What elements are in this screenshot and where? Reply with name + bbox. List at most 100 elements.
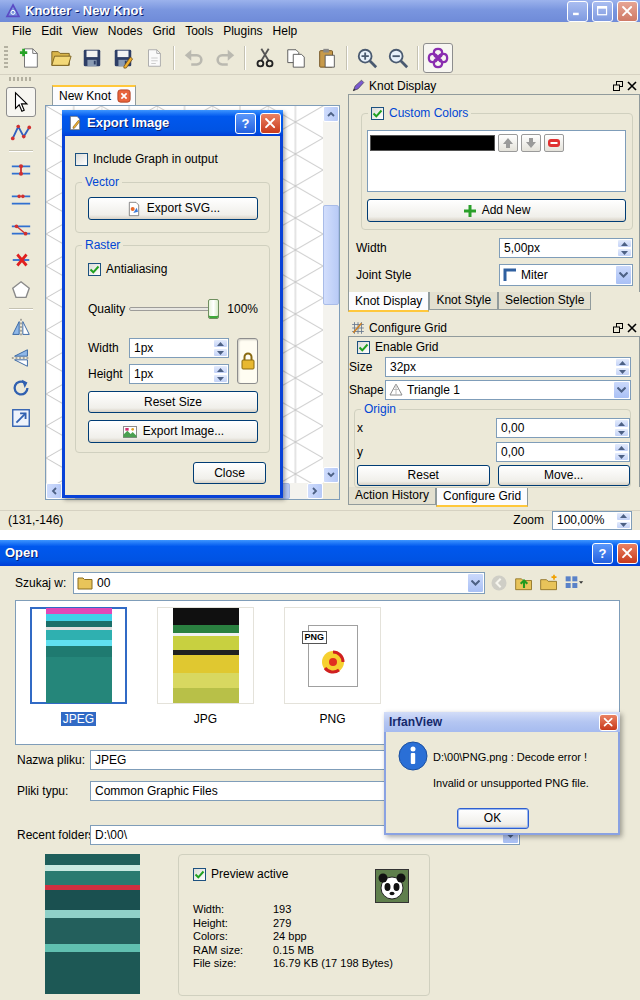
spin-up-button[interactable] (618, 446, 625, 450)
spin-up-button[interactable] (616, 512, 631, 521)
dock-tab[interactable]: Knot Display (348, 292, 429, 312)
stroke-width-field[interactable]: 5,00px (499, 238, 633, 258)
spin-up-button[interactable] (618, 422, 625, 426)
custom-colors-checkbox[interactable] (372, 108, 383, 119)
move-up-button[interactable] (498, 134, 518, 152)
dropdown-button[interactable] (613, 381, 630, 399)
export-svg-button[interactable]: Export SVG... (88, 197, 258, 220)
export-button[interactable] (139, 43, 169, 73)
aspect-lock-button[interactable] (237, 338, 258, 384)
polygon-tool-button[interactable] (6, 275, 36, 305)
dialog-close-button[interactable]: Close (193, 462, 266, 484)
scroll-thumb[interactable] (323, 205, 339, 305)
zoom-field[interactable]: 100,00% (552, 511, 632, 530)
enable-grid-checkbox[interactable] (357, 341, 370, 354)
help-button[interactable]: ? (592, 543, 613, 564)
width-field[interactable]: 1px (129, 338, 229, 358)
spin-down-button[interactable] (618, 431, 625, 435)
spin-down-button[interactable] (217, 377, 224, 381)
origin-x-field[interactable]: 0,00 (496, 418, 630, 438)
zoom-out-button[interactable] (383, 43, 413, 73)
mirror-h-tool-button[interactable] (6, 313, 36, 343)
spin-down-button[interactable] (614, 428, 629, 437)
height-field[interactable]: 1px (129, 364, 229, 384)
scroll-left-button[interactable] (46, 483, 62, 499)
spin-down-button[interactable] (213, 348, 228, 357)
spin-up-button[interactable] (217, 342, 224, 346)
spin-up-button[interactable] (213, 365, 228, 374)
menu-item[interactable]: Tools (180, 24, 218, 38)
spin-up-button[interactable] (615, 358, 630, 367)
dock-tab[interactable]: Knot Style (429, 292, 498, 310)
insert-edge-tool-button[interactable] (6, 155, 36, 185)
move-down-button[interactable] (521, 134, 541, 152)
grid-size-field[interactable]: 32px (385, 357, 631, 377)
close-button[interactable] (619, 545, 636, 562)
vertical-scrollbar[interactable] (323, 106, 339, 483)
close-button[interactable] (262, 115, 279, 132)
maximize-button[interactable] (594, 3, 611, 20)
dropdown-button[interactable] (619, 272, 628, 278)
menu-item[interactable]: Edit (36, 24, 67, 38)
dropdown-button[interactable] (615, 265, 632, 285)
error-close-button[interactable] (601, 715, 616, 730)
preview-active-checkbox-row[interactable]: Preview active (193, 867, 288, 881)
zoom-in-button[interactable] (352, 43, 382, 73)
dock-tab[interactable]: Configure Grid (436, 487, 528, 507)
scroll-up-button[interactable] (323, 106, 339, 122)
custom-colors-checkbox-row[interactable]: Custom Colors (371, 106, 468, 120)
slider-thumb[interactable] (208, 299, 219, 319)
scale-tool-button[interactable] (6, 403, 36, 433)
spin-down-button[interactable] (614, 452, 629, 461)
include-graph-checkbox[interactable] (75, 153, 88, 166)
close-button[interactable] (260, 113, 281, 134)
add-new-color-button[interactable]: Add New (367, 199, 626, 222)
antialiasing-checkbox[interactable] (88, 263, 101, 276)
move-origin-button[interactable]: Move... (498, 465, 631, 486)
maximize-button[interactable] (592, 1, 613, 22)
preview-active-checkbox[interactable] (194, 869, 205, 880)
antialiasing-checkbox-row[interactable]: Antialiasing (88, 262, 167, 276)
quality-slider[interactable] (129, 298, 219, 320)
new-folder-button[interactable] (538, 572, 560, 594)
spin-up-button[interactable] (614, 419, 629, 428)
enable-grid-checkbox[interactable] (358, 342, 369, 353)
knot-display-button[interactable] (423, 43, 453, 73)
erase-tool-button[interactable] (6, 245, 36, 275)
enable-grid-checkbox-row[interactable]: Enable Grid (357, 340, 438, 354)
origin-y-field[interactable]: 0,00 (496, 442, 630, 462)
select-tool-button[interactable] (6, 87, 36, 117)
scroll-right-button[interactable] (307, 483, 323, 499)
spin-up-button[interactable] (617, 239, 632, 248)
close-button[interactable] (617, 1, 638, 22)
ok-button[interactable]: OK (457, 808, 529, 829)
spin-down-button[interactable] (621, 251, 628, 255)
reset-size-button[interactable]: Reset Size (88, 391, 258, 413)
color-swatch[interactable] (370, 135, 495, 151)
file-item[interactable]: JPG (157, 607, 254, 738)
menu-item[interactable]: Grid (148, 24, 181, 38)
include-graph-checkbox-row[interactable]: Include Graph in output (75, 152, 218, 166)
dock-tab[interactable]: Action History (348, 487, 436, 505)
spin-down-button[interactable] (217, 351, 224, 355)
spin-down-button[interactable] (213, 374, 228, 383)
scroll-right-button[interactable] (311, 487, 319, 495)
menu-item[interactable]: Nodes (103, 24, 148, 38)
grid-shape-combo[interactable]: Triangle 1 (385, 380, 631, 400)
dropdown-button[interactable] (617, 387, 626, 393)
export-image-button[interactable]: Export Image... (88, 420, 258, 443)
spin-down-button[interactable] (619, 370, 626, 374)
preview-active-checkbox[interactable] (193, 868, 206, 881)
edge-chain-tool-button[interactable] (6, 117, 36, 147)
remove-color-button[interactable] (544, 134, 564, 152)
spin-down-button[interactable] (616, 521, 631, 530)
scroll-down-button[interactable] (323, 467, 339, 483)
dropdown-button[interactable] (467, 573, 484, 593)
spin-up-button[interactable] (217, 368, 224, 372)
spin-up-button[interactable] (621, 242, 628, 246)
scroll-left-button[interactable] (50, 487, 58, 495)
spin-up-button[interactable] (614, 443, 629, 452)
spin-down-button[interactable] (617, 248, 632, 257)
cut-button[interactable] (250, 43, 280, 73)
minimize-button[interactable] (567, 1, 588, 22)
